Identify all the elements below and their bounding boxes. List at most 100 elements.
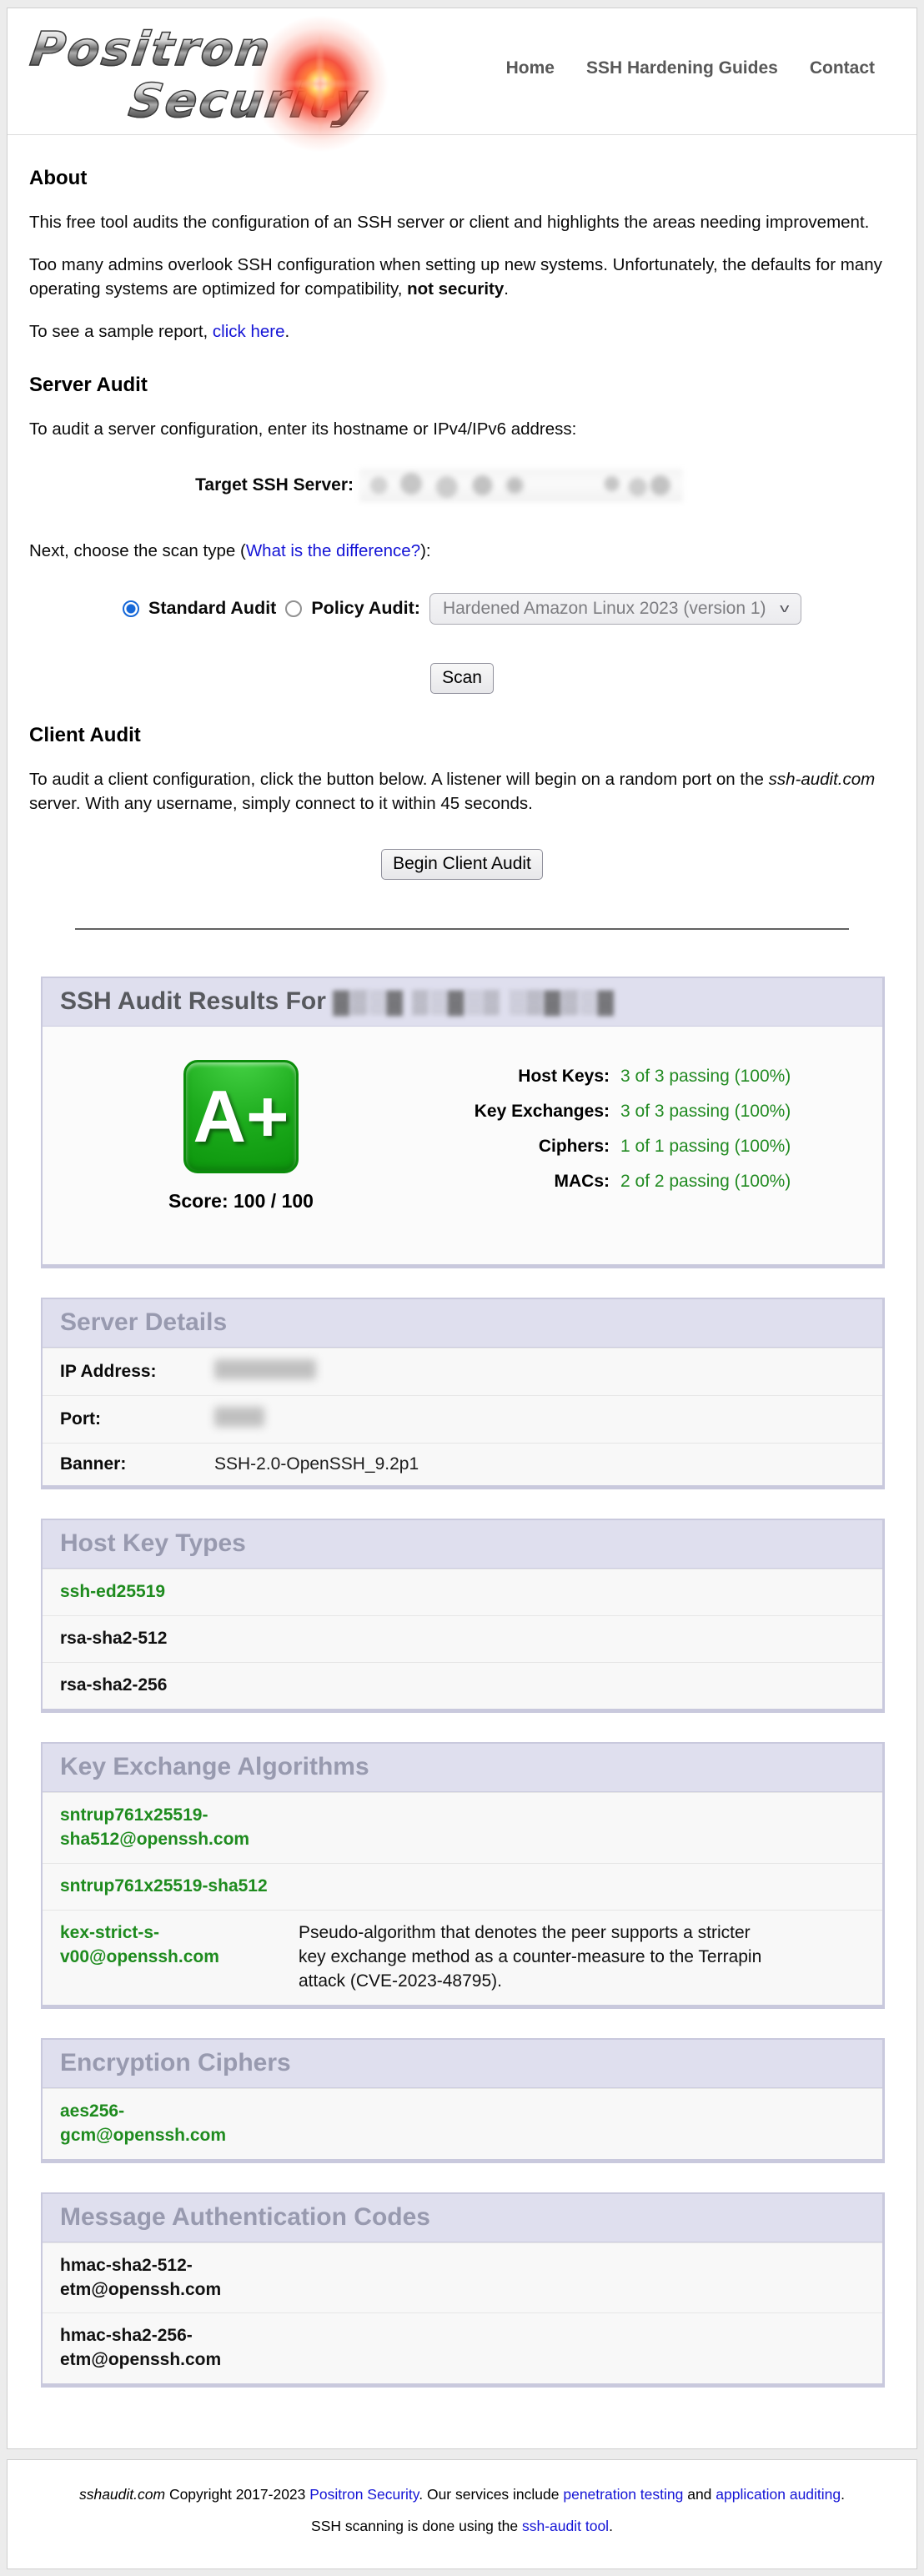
positron-security-logo[interactable]: Positron Security xyxy=(31,27,423,127)
client-audit-domain: ssh-audit.com xyxy=(769,770,876,789)
starburst-icon xyxy=(249,7,391,161)
server-details-header: Server Details xyxy=(43,1299,882,1348)
kex-name: sntrup761x25519-sha512@openssh.com xyxy=(60,1804,279,1852)
nav-ssh-hardening-guides[interactable]: SSH Hardening Guides xyxy=(586,58,778,78)
policy-select-value: Hardened Amazon Linux 2023 (version 1) xyxy=(443,599,766,619)
about-p2-bold: not security xyxy=(407,279,504,299)
macs-header: Message Authentication Codes xyxy=(43,2194,882,2242)
about-title: About xyxy=(29,167,901,190)
site-header: Positron Security Home SSH Hardening Gui… xyxy=(8,8,916,135)
target-ssh-server-label: Target SSH Server: xyxy=(23,475,359,495)
encryption-ciphers-panel: Encryption Ciphers aes256-gcm@openssh.co… xyxy=(41,2038,885,2163)
scan-type-prompt: Next, choose the scan type (What is the … xyxy=(23,539,901,563)
score-label: Score: 100 / 100 xyxy=(168,1190,314,1213)
standard-audit-radio[interactable] xyxy=(123,600,139,617)
footer-scanning-text: SSH scanning is done using the xyxy=(311,2518,522,2534)
about-paragraph-1: This free tool audits the configuration … xyxy=(23,210,901,234)
logo-text-line1: Positron xyxy=(28,27,275,73)
footer-site-name: sshaudit.com xyxy=(79,2486,165,2503)
server-details-panel: Server Details IP Address: Port: Banner:… xyxy=(41,1298,885,1489)
footer-and: and xyxy=(683,2486,716,2503)
nav-home[interactable]: Home xyxy=(506,58,555,78)
results-body: A+ Score: 100 / 100 Host Keys: 3 of 3 pa… xyxy=(43,1027,882,1264)
footer-services-text: . Our services include xyxy=(419,2486,563,2503)
mac-name: hmac-sha2-256-etm@openssh.com xyxy=(60,2324,279,2373)
stat-value: 2 of 2 passing (100%) xyxy=(620,1172,791,1192)
ssh-audit-results-panel: SSH Audit Results For ▓▒░▓ ▒░▓░▒ ░▒▓▒░▓ … xyxy=(41,977,885,1268)
main-nav: Home SSH Hardening Guides Contact xyxy=(506,58,875,78)
kex-row: sntrup761x25519-sha512@openssh.com xyxy=(43,1792,882,1863)
stat-row-host-keys: Host Keys: 3 of 3 passing (100%) xyxy=(421,1067,791,1087)
scan-button[interactable]: Scan xyxy=(430,663,494,694)
redacted-ip-blob xyxy=(214,1359,316,1379)
footer: sshaudit.com Copyright 2017-2023 Positro… xyxy=(7,2459,917,2569)
host-key-types-header: Host Key Types xyxy=(43,1520,882,1569)
policy-audit-label: Policy Audit: xyxy=(311,598,420,619)
results-title-text: SSH Audit Results For xyxy=(60,987,326,1015)
stat-row-ciphers: Ciphers: 1 of 1 passing (100%) xyxy=(421,1137,791,1157)
banner-value: SSH-2.0-OpenSSH_9.2p1 xyxy=(214,1454,419,1474)
nav-contact[interactable]: Contact xyxy=(810,58,875,78)
positron-security-link[interactable]: Positron Security xyxy=(309,2486,419,2503)
client-audit-title: Client Audit xyxy=(29,724,901,747)
about-p3-text: To see a sample report, xyxy=(29,322,213,341)
footer-period: . xyxy=(841,2486,845,2503)
cipher-row: aes256-gcm@openssh.com xyxy=(43,2088,882,2159)
penetration-testing-link[interactable]: penetration testing xyxy=(563,2486,683,2503)
server-audit-title: Server Audit xyxy=(29,374,901,397)
grade-badge: A+ xyxy=(183,1060,299,1173)
begin-client-audit-button[interactable]: Begin Client Audit xyxy=(381,849,543,880)
policy-select[interactable]: Hardened Amazon Linux 2023 (version 1) v xyxy=(429,593,801,625)
host-key-types-panel: Host Key Types ssh-ed25519 rsa-sha2-512 … xyxy=(41,1519,885,1713)
host-key-name: ssh-ed25519 xyxy=(60,1580,279,1604)
mac-name: hmac-sha2-512-etm@openssh.com xyxy=(60,2254,279,2302)
about-p3-end: . xyxy=(285,322,290,341)
kex-note: Pseudo-algorithm that denotes the peer s… xyxy=(299,1921,778,1994)
footer-line1: sshaudit.com Copyright 2017-2023 Positro… xyxy=(16,2486,908,2503)
host-key-row: rsa-sha2-512 xyxy=(43,1615,882,1662)
banner-label: Banner: xyxy=(60,1454,200,1474)
ssh-audit-tool-link[interactable]: ssh-audit tool xyxy=(522,2518,609,2534)
port-value-redacted xyxy=(214,1407,264,1432)
about-p2-end: . xyxy=(504,279,509,299)
sample-report-link[interactable]: click here xyxy=(213,322,285,341)
about-paragraph-3: To see a sample report, click here. xyxy=(23,319,901,344)
footer-copyright: Copyright 2017-2023 xyxy=(165,2486,309,2503)
main-content-card: Positron Security Home SSH Hardening Gui… xyxy=(7,8,917,2449)
stat-value: 1 of 1 passing (100%) xyxy=(620,1137,791,1157)
cipher-name: aes256-gcm@openssh.com xyxy=(60,2100,279,2148)
mac-row: hmac-sha2-512-etm@openssh.com xyxy=(43,2242,882,2313)
footer-line2: SSH scanning is done using the ssh-audit… xyxy=(16,2518,908,2535)
what-is-difference-link[interactable]: What is the difference? xyxy=(246,541,420,560)
about-paragraph-2: Too many admins overlook SSH configurati… xyxy=(23,253,901,301)
stat-label: Host Keys: xyxy=(421,1067,610,1087)
target-ssh-server-input[interactable] xyxy=(359,469,683,502)
results-panel-header: SSH Audit Results For ▓▒░▓ ▒░▓░▒ ░▒▓▒░▓ xyxy=(43,978,882,1027)
stat-label: MACs: xyxy=(421,1172,610,1192)
scan-type-row: Standard Audit Policy Audit: Hardened Am… xyxy=(23,593,901,625)
stat-value: 3 of 3 passing (100%) xyxy=(620,1102,791,1122)
grade-column: A+ Score: 100 / 100 xyxy=(116,1060,366,1213)
host-key-row: ssh-ed25519 xyxy=(43,1569,882,1615)
stat-row-macs: MACs: 2 of 2 passing (100%) xyxy=(421,1172,791,1192)
stat-value: 3 of 3 passing (100%) xyxy=(620,1067,791,1087)
scan-type-text: Next, choose the scan type ( xyxy=(29,541,246,560)
kex-row: kex-strict-s-v00@openssh.com Pseudo-algo… xyxy=(43,1910,882,2005)
stat-label: Key Exchanges: xyxy=(421,1102,610,1122)
detail-row-ip: IP Address: xyxy=(43,1348,882,1395)
policy-audit-radio[interactable] xyxy=(285,600,302,617)
redacted-port-blob xyxy=(214,1407,264,1427)
client-audit-end: server. With any username, simply connec… xyxy=(29,794,533,813)
detail-row-port: Port: xyxy=(43,1395,882,1443)
section-divider xyxy=(75,928,849,930)
client-audit-intro: To audit a client configuration, click t… xyxy=(23,767,901,816)
kex-name: kex-strict-s-v00@openssh.com xyxy=(60,1921,279,1994)
application-auditing-link[interactable]: application auditing xyxy=(716,2486,841,2503)
scan-type-end: ): xyxy=(420,541,431,560)
stat-label: Ciphers: xyxy=(421,1137,610,1157)
key-exchange-header: Key Exchange Algorithms xyxy=(43,1744,882,1792)
ip-address-label: IP Address: xyxy=(60,1362,200,1382)
kex-note xyxy=(299,1804,778,1852)
mac-row: hmac-sha2-256-etm@openssh.com xyxy=(43,2312,882,2383)
footer-line2-period: . xyxy=(609,2518,613,2534)
